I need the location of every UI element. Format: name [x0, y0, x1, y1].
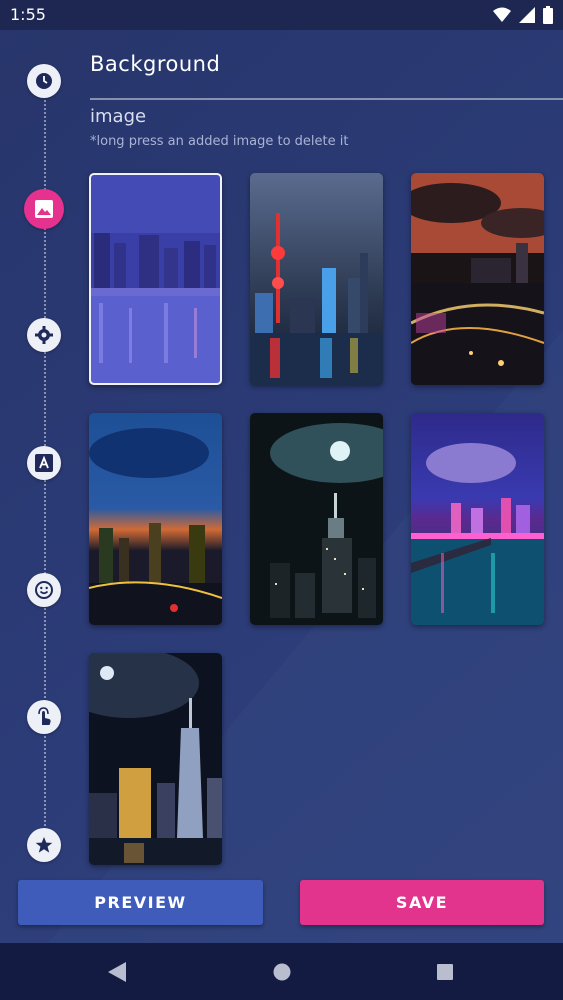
image-one-world-trade — [89, 653, 222, 865]
preview-button[interactable]: PREVIEW — [18, 880, 263, 925]
home-icon[interactable] — [273, 963, 291, 981]
recents-icon[interactable] — [437, 964, 453, 980]
font-icon — [35, 454, 53, 472]
timeline-settings-button[interactable] — [27, 318, 61, 352]
image-empire-state — [250, 413, 383, 625]
timeline-touch-button[interactable] — [27, 700, 61, 734]
status-bar: 1:55 — [0, 0, 563, 30]
image-thumb-1[interactable] — [89, 173, 222, 385]
image-thumb-4[interactable] — [89, 413, 222, 625]
image-thumb-7[interactable] — [89, 653, 222, 865]
clock-icon — [36, 73, 52, 89]
gear-icon — [35, 326, 53, 344]
timeline-favorite-button[interactable] — [27, 828, 61, 862]
back-icon[interactable] — [108, 962, 126, 982]
image-thumb-2[interactable] — [250, 173, 383, 385]
image-thumb-3[interactable] — [411, 173, 544, 385]
star-icon — [35, 837, 53, 853]
status-time: 1:55 — [10, 5, 46, 24]
timeline-clock-button[interactable] — [27, 64, 61, 98]
smiley-icon — [35, 581, 53, 599]
navigation-bar — [0, 943, 563, 1000]
image-harbor-neon — [411, 413, 544, 625]
image-shanghai-tower — [250, 173, 383, 385]
timeline-image-button[interactable] — [24, 189, 64, 229]
image-city-red-sky — [411, 173, 544, 385]
image-thumb-6[interactable] — [411, 413, 544, 625]
image-icon — [35, 200, 53, 218]
save-button[interactable]: SAVE — [300, 880, 544, 925]
image-city-night-skyline — [89, 173, 222, 385]
timeline-emoji-button[interactable] — [27, 573, 61, 607]
section-subtitle: image — [90, 106, 147, 127]
delete-hint: *long press an added image to delete it — [90, 134, 349, 149]
signal-icon — [519, 7, 535, 23]
title-divider — [90, 98, 563, 100]
image-thumb-5[interactable] — [250, 413, 383, 625]
section-title: Background — [90, 52, 221, 76]
wifi-icon — [493, 7, 511, 22]
battery-icon — [543, 6, 553, 24]
touch-icon — [38, 707, 51, 725]
timeline-font-button[interactable] — [27, 446, 61, 480]
image-city-sunset — [89, 413, 222, 625]
